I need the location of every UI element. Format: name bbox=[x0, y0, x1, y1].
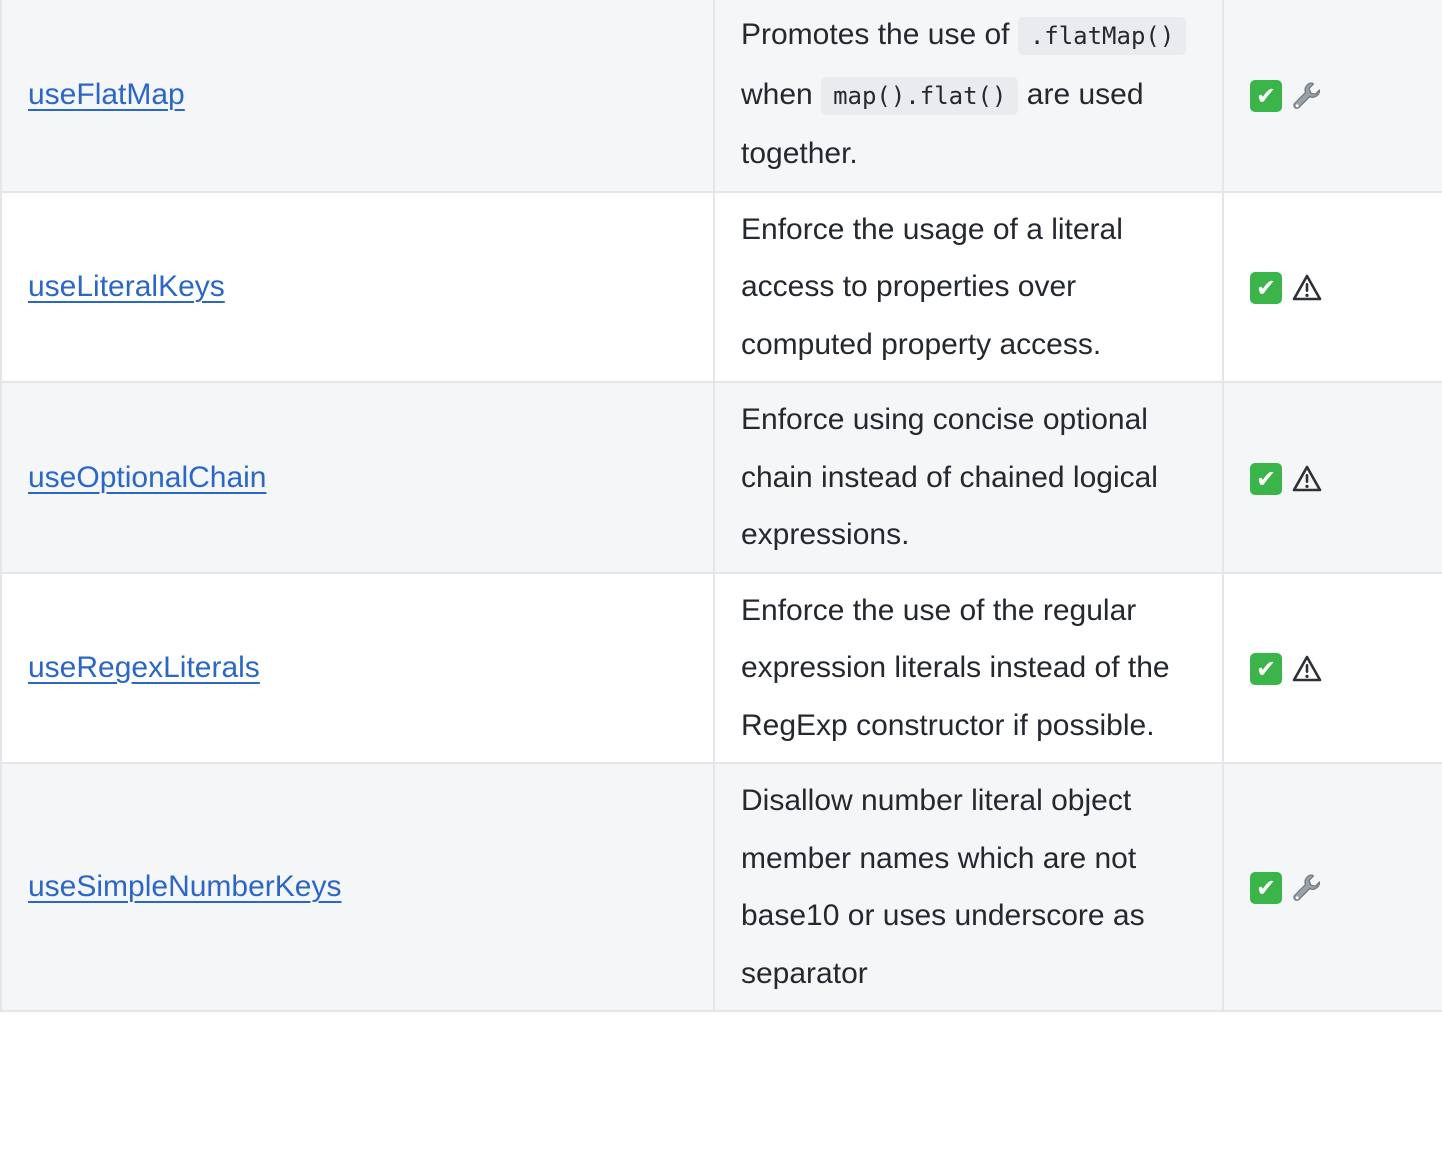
rule-description-cell: Enforce the usage of a literal access to… bbox=[713, 190, 1224, 383]
lint-rules-table-body: useFlatMap Promotes the use of .flatMap()… bbox=[0, 0, 1442, 1012]
rule-flags-cell: ✔ bbox=[1222, 0, 1442, 193]
description-text: Enforce using concise optional chain ins… bbox=[741, 403, 1158, 551]
wrench-icon bbox=[1290, 79, 1324, 113]
table-row: useFlatMap Promotes the use of .flatMap()… bbox=[0, 0, 1442, 193]
table-row: useSimpleNumberKeys Disallow number liter… bbox=[0, 762, 1442, 1012]
rule-name-cell: useSimpleNumberKeys bbox=[0, 762, 715, 1012]
rule-description-cell: Promotes the use of .flatMap() when map(… bbox=[713, 0, 1224, 193]
rule-link-useFlatMap[interactable]: useFlatMap bbox=[28, 78, 185, 111]
warning-icon bbox=[1290, 271, 1324, 305]
check-icon: ✔ bbox=[1250, 872, 1282, 905]
rule-flags: ✔ bbox=[1250, 871, 1324, 905]
check-icon: ✔ bbox=[1250, 272, 1282, 305]
rule-flags: ✔ bbox=[1250, 462, 1324, 496]
description-text: Promotes the use of bbox=[741, 18, 1018, 51]
check-icon: ✔ bbox=[1250, 462, 1282, 495]
rule-flags-cell: ✔ bbox=[1222, 571, 1442, 764]
check-icon: ✔ bbox=[1250, 653, 1282, 686]
description-text: Disallow number literal object member na… bbox=[741, 784, 1145, 990]
wrench-icon bbox=[1290, 871, 1324, 905]
rule-flags: ✔ bbox=[1250, 271, 1324, 305]
inline-code: .flatMap() bbox=[1017, 17, 1187, 55]
rule-link-useRegexLiterals[interactable]: useRegexLiterals bbox=[28, 651, 260, 684]
rule-flags-cell: ✔ bbox=[1222, 762, 1442, 1012]
rule-flags-cell: ✔ bbox=[1222, 190, 1442, 383]
table-row: useOptionalChain Enforce using concise op… bbox=[0, 381, 1442, 574]
table-row: useRegexLiterals Enforce the use of the r… bbox=[0, 571, 1442, 764]
warning-icon bbox=[1290, 462, 1324, 496]
description-text: Enforce the usage of a literal access to… bbox=[741, 212, 1123, 361]
description-text: Enforce the use of the regular expressio… bbox=[741, 593, 1170, 742]
description-text: when bbox=[741, 77, 822, 111]
rule-flags: ✔ bbox=[1250, 652, 1324, 686]
rule-link-useLiteralKeys[interactable]: useLiteralKeys bbox=[28, 270, 225, 303]
table-row: useLiteralKeys Enforce the usage of a lit… bbox=[0, 190, 1442, 383]
rule-name-cell: useRegexLiterals bbox=[0, 571, 715, 764]
inline-code: map().flat() bbox=[821, 76, 1019, 115]
rule-name-cell: useFlatMap bbox=[0, 0, 715, 193]
check-icon: ✔ bbox=[1250, 79, 1282, 112]
rule-description-cell: Enforce using concise optional chain ins… bbox=[713, 381, 1224, 574]
rule-link-useSimpleNumberKeys[interactable]: useSimpleNumberKeys bbox=[28, 870, 341, 903]
rule-description-cell: Disallow number literal object member na… bbox=[713, 762, 1224, 1012]
rule-name-cell: useLiteralKeys bbox=[0, 190, 715, 383]
rule-flags-cell: ✔ bbox=[1222, 381, 1442, 574]
rule-name-cell: useOptionalChain bbox=[0, 381, 715, 574]
rule-flags: ✔ bbox=[1250, 79, 1324, 113]
rule-link-useOptionalChain[interactable]: useOptionalChain bbox=[28, 461, 267, 494]
lint-rules-table: useFlatMap Promotes the use of .flatMap()… bbox=[0, 0, 1442, 1012]
rule-description-cell: Enforce the use of the regular expressio… bbox=[713, 571, 1224, 764]
warning-icon bbox=[1290, 652, 1324, 686]
